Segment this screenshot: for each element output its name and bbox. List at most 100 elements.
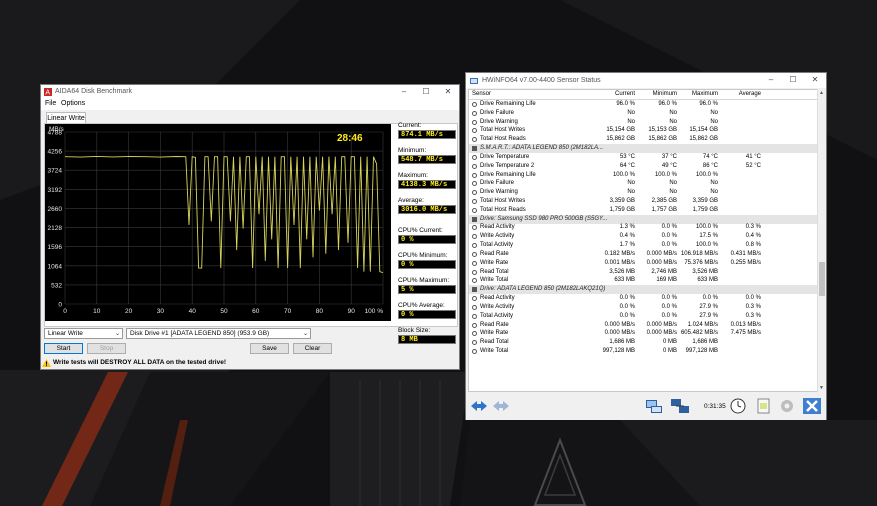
maximize-button[interactable]: ☐ [782,73,804,87]
network-link-icon[interactable] [670,398,690,414]
sensor-row[interactable]: Total Activity 1.7 % 0.0 % 100.0 % 0.8 % [469,241,817,250]
menu-options[interactable]: Options [61,100,85,107]
cell-avg: 0.3 % [745,312,761,319]
scroll-down-icon[interactable]: ▼ [819,385,824,391]
close-button[interactable]: ✕ [437,85,459,99]
cell-name: Total Activity [480,312,514,319]
close-x-icon[interactable] [802,398,822,414]
close-button[interactable]: ✕ [804,73,826,87]
sensor-row[interactable]: Read Total 3,526 MB 2,746 MB 3,526 MB [469,268,817,277]
cell-name: Total Host Writes [480,198,526,205]
x-tick-label: 80 [316,308,324,315]
sensor-row[interactable]: Drive Temperature 2 64 °C 49 °C 86 °C 52 °C [469,162,817,171]
sensor-row[interactable]: Write Rate 0.000 MB/s 0.000 MB/s 605.482 MB… [469,329,817,338]
clock-icon[interactable] [728,398,748,414]
y-tick-label: 3724 [48,168,63,175]
sensor-row[interactable]: Drive Failure No No No [469,179,817,188]
hwinfo-titlebar[interactable]: HWiNFO64 v7.00-4400 Sensor Status – ☐ ✕ [466,73,826,88]
sensor-row[interactable]: Read Activity 1.3 % 0.0 % 100.0 % 0.3 % [469,223,817,232]
sensor-row[interactable]: Total Activity 0.0 % 0.0 % 27.9 % 0.3 % [469,312,817,321]
y-tick-label: 2128 [48,225,63,232]
menu-file[interactable]: File [45,100,56,107]
sensor-row[interactable]: Drive Remaining Life 100.0 % 100.0 % 100.0 … [469,171,817,180]
hwinfo-window-title: HWiNFO64 v7.00-4400 Sensor Status [482,77,601,84]
x-tick-label: 20 [125,308,133,315]
sensor-row[interactable]: Drive Remaining Life 96.0 % 96.0 % 96.0 % [469,100,817,109]
sensor-row[interactable]: Write Rate 0.001 MB/s 0.000 MB/s 75.376 MB/… [469,259,817,268]
col-current[interactable]: Current [597,91,635,97]
sensor-row[interactable]: Total Host Reads 15,862 GB 15,862 GB 15,862… [469,135,817,144]
elapsed-time: 0:31:35 [704,403,726,410]
sensor-row[interactable]: Total Host Reads 1,759 GB 1,757 GB 1,759 GB [469,206,817,215]
cell-name: Drive Warning [480,118,518,125]
x-tick-label: 70 [284,308,292,315]
drive-select[interactable]: Disk Drive #1 [ADATA LEGEND 850] (953.9 … [126,328,311,339]
sensor-row[interactable]: Write Total 633 MB 169 MB 633 MB [469,276,817,285]
cell-min: 0.0 % [661,295,677,302]
minimize-button[interactable]: – [760,73,782,87]
sensor-icon [472,137,477,143]
x-tick-label: 30 [157,308,165,315]
sensor-row[interactable]: Drive Temperature 53 °C 37 °C 74 °C 41 °C [469,153,817,162]
sensor-row[interactable]: Drive Warning No No No [469,188,817,197]
sensor-row[interactable]: Read Total 1,686 MB 0 MB 1,686 MB [469,338,817,347]
sensor-table-scrollbar[interactable]: ▲ ▼ [817,89,825,392]
scroll-up-icon[interactable]: ▲ [819,90,824,96]
sensor-row[interactable]: Read Rate 0.000 MB/s 0.000 MB/s 1.024 MB/s 0… [469,321,817,330]
sensor-row[interactable]: Drive Failure No No No [469,109,817,118]
sensor-group-row[interactable]: Drive: ADATA LEGEND 850 (2M182LAKQ21Q) [469,285,817,295]
sensor-icon [472,348,477,354]
report-icon[interactable] [754,398,774,414]
cell-cur: 0.001 MB/s [604,259,635,266]
y-tick-label: 0 [58,302,62,309]
stat-cpu-max-label: CPU% Maximum: [398,277,450,284]
save-button[interactable]: Save [250,343,289,354]
sensor-row[interactable]: Total Host Writes 15,154 GB 15,153 GB 15,15… [469,126,817,135]
test-type-select[interactable]: Linear Write ⌄ [44,328,123,339]
sensor-group-row[interactable]: Drive: Samsung SSD 980 PRO 500GB (S5GY..… [469,214,817,224]
nav-arrows-icon[interactable] [469,398,489,414]
sensor-row[interactable]: Write Activity 0.0 % 0.0 % 27.9 % 0.3 % [469,303,817,312]
cell-cur: No [627,180,635,187]
settings-icon[interactable] [777,398,797,414]
network-computer-icon[interactable] [644,398,664,414]
minimize-button[interactable]: – [393,85,415,99]
cell-avg: 0.0 % [745,295,761,302]
cell-min: 2,385 GB [651,198,677,205]
aida64-menubar: File Options [41,99,459,110]
cell-cur: 0.182 MB/s [604,250,635,257]
cell-max: 96.0 % [699,101,718,107]
cell-name: Total Host Writes [480,127,526,134]
sensor-icon [472,313,477,319]
col-minimum[interactable]: Minimum [639,91,677,97]
stat-cpu-current-value: 0 % [398,235,456,244]
sensor-row[interactable]: Total Host Writes 3,359 GB 2,385 GB 3,359 G… [469,197,817,206]
sensor-row[interactable]: Write Total 997,128 MB 0 MB 997,128 MB [469,347,817,356]
col-sensor[interactable]: Sensor [472,91,491,97]
aida64-titlebar[interactable]: A AIDA64 Disk Benchmark – ☐ ✕ [41,85,459,99]
cell-cur: 0.4 % [619,233,635,240]
start-button[interactable]: Start [44,343,83,354]
sensor-row[interactable]: Write Activity 0.4 % 0.0 % 17.5 % 0.4 % [469,232,817,241]
maximize-button[interactable]: ☐ [415,85,437,99]
sensor-row[interactable]: Drive Warning No No No [469,118,817,127]
hwinfo-toolbar: 0:31:35 [466,393,826,420]
stat-minimum-value: 548.7 MB/s [398,155,456,164]
col-maximum[interactable]: Maximum [680,91,718,97]
sensor-row[interactable]: Read Activity 0.0 % 0.0 % 0.0 % 0.0 % [469,294,817,303]
cell-min: 15,153 GB [648,127,677,134]
scrollbar-thumb[interactable] [819,262,825,296]
clear-button[interactable]: Clear [293,343,332,354]
x-tick-label: 100 % [365,308,384,315]
nav-arrows-disabled-icon[interactable] [491,398,511,414]
cell-min: 100.0 % [654,171,677,178]
sensor-group-row[interactable]: S.M.A.R.T.: ADATA LEGEND 850 (2M182LA... [469,144,817,154]
cell-cur: 633 MB [614,277,635,284]
col-average[interactable]: Average [721,91,761,97]
sensor-row[interactable]: Read Rate 0.182 MB/s 0.000 MB/s 106.918 MB/… [469,250,817,259]
stat-cpu-min: CPU% Minimum: 0 % [398,252,456,269]
stop-button[interactable]: Stop [87,343,126,354]
cell-avg: 0.3 % [745,224,761,231]
sensor-table[interactable]: Sensor Current Minimum Maximum Average D… [468,89,818,392]
sensor-icon [472,243,477,249]
